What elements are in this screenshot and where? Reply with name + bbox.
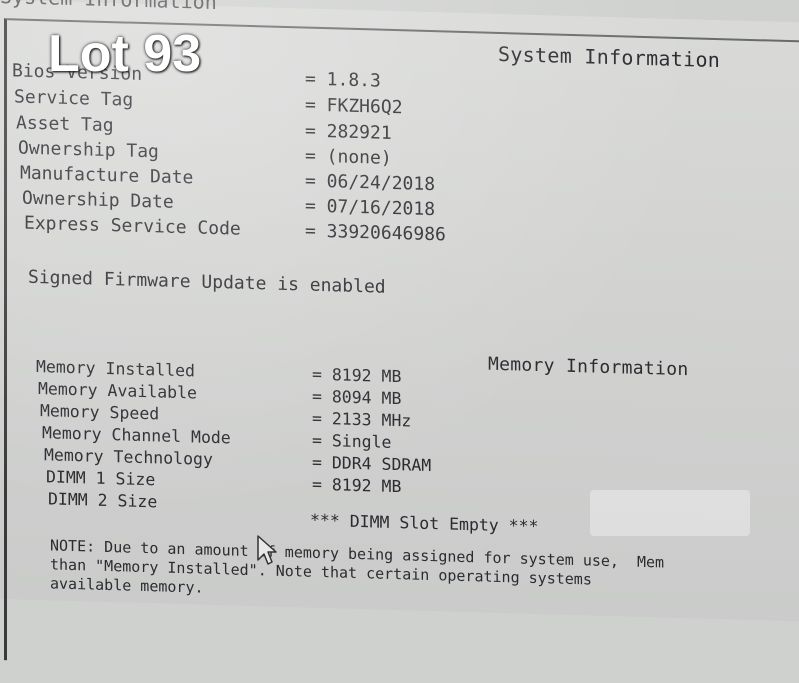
memory-value: = 8192 MB <box>312 474 402 497</box>
memory-value: = Single <box>312 430 392 452</box>
window-title: System Information <box>0 0 217 14</box>
memory-value: = 2133 MHz <box>312 408 412 431</box>
mouse-cursor-icon <box>257 535 277 565</box>
memory-label: Memory Available <box>38 379 197 403</box>
memory-label: Memory Technology <box>44 445 213 469</box>
memory-label: Memory Installed <box>36 357 195 381</box>
watermark <box>590 490 750 536</box>
info-label: Ownership Date <box>22 187 174 213</box>
note-line: available memory. <box>50 574 204 597</box>
memory-label: DIMM 2 Size <box>48 489 158 512</box>
info-value: = FKZH6Q2 <box>305 94 403 119</box>
info-label: Service Tag <box>14 86 134 111</box>
memory-value: = DDR4 SDRAM <box>312 452 432 476</box>
info-value: = 06/24/2018 <box>305 170 436 196</box>
info-value: = (none) <box>305 145 392 169</box>
memory-value: = 8094 MB <box>312 386 402 409</box>
info-value: = 33920646986 <box>305 220 446 246</box>
info-label: Ownership Tag <box>18 137 159 163</box>
memory-value: = 8192 MB <box>312 364 402 387</box>
info-value: = 282921 <box>305 120 392 144</box>
info-label: Manufacture Date <box>20 162 194 189</box>
memory-label: Memory Channel Mode <box>42 423 231 448</box>
info-value: = 07/16/2018 <box>305 195 436 221</box>
info-label: Asset Tag <box>16 112 114 137</box>
memory-label: DIMM 1 Size <box>46 467 156 490</box>
info-value: = 1.8.3 <box>305 68 381 92</box>
lot-label: Lot 93 <box>48 25 202 83</box>
memory-label: Memory Speed <box>40 401 160 424</box>
